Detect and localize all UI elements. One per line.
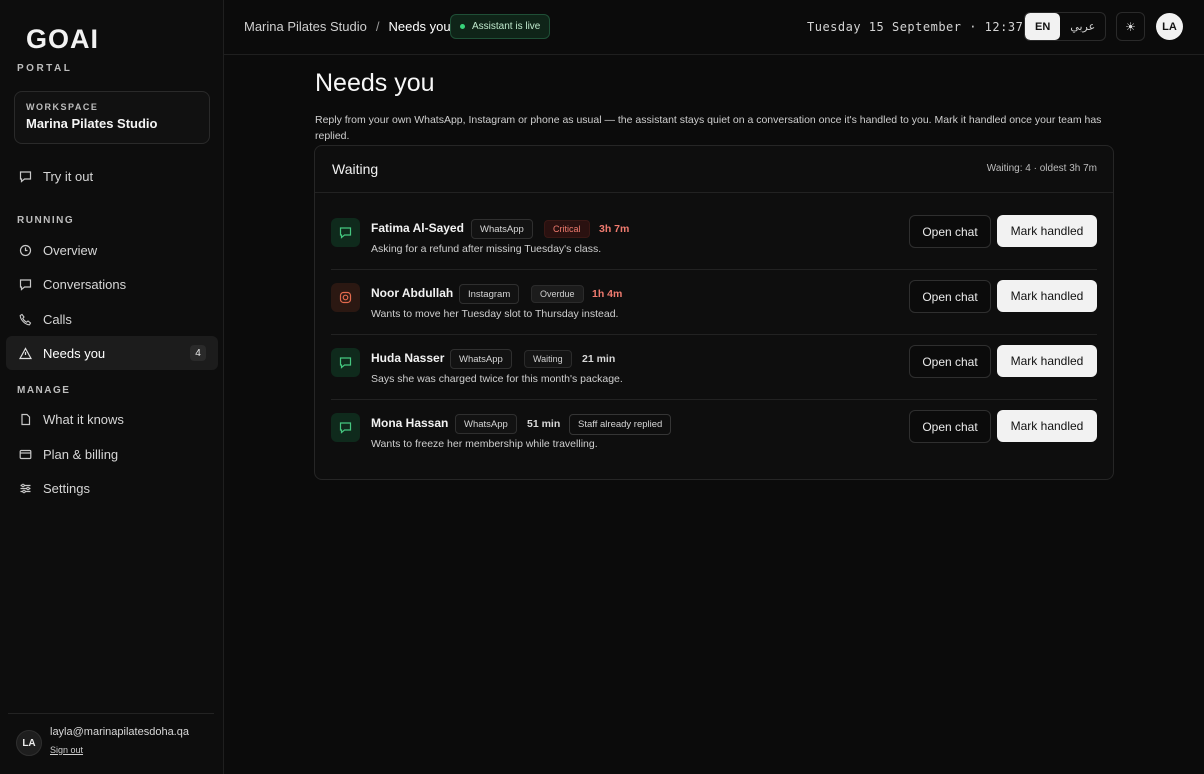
nav-what-it-knows[interactable]: What it knows — [6, 402, 218, 436]
page-title: Needs you — [315, 69, 435, 97]
nav-settings[interactable]: Settings — [6, 471, 218, 505]
instagram-icon — [331, 283, 360, 312]
clock: Tuesday 15 September · 12:37 AST — [807, 20, 1055, 34]
section-running-label: RUNNING — [17, 215, 75, 226]
channel-chip: Instagram — [459, 284, 520, 304]
contact-name: Huda Nasser — [371, 351, 445, 365]
assistant-status-label: Assistant is live — [472, 21, 541, 32]
breadcrumb-root[interactable]: Marina Pilates Studio — [244, 19, 367, 34]
workspace-switcher[interactable]: WORKSPACE Marina Pilates Studio — [14, 91, 210, 144]
brand-logo: GOAI — [26, 24, 100, 54]
open-chat-button[interactable]: Open chat — [909, 410, 991, 443]
nav-label: Plan & billing — [43, 446, 119, 462]
mark-handled-button[interactable]: Mark handled — [997, 280, 1097, 312]
request-summary: Wants to freeze her membership while tra… — [371, 438, 598, 450]
user-email: layla@marinapilatesdoha.qa — [50, 726, 189, 738]
request-summary: Says she was charged twice for this mont… — [371, 373, 623, 385]
list-item: Mona Hassan WhatsApp 51 min Staff alread… — [331, 401, 1097, 465]
nav-label: Needs you — [43, 345, 106, 361]
mark-handled-button[interactable]: Mark handled — [997, 215, 1097, 247]
nav-needs-you[interactable]: Needs you 4 — [6, 336, 218, 370]
channel-chip: WhatsApp — [471, 219, 533, 239]
wait-age: 51 min — [527, 418, 561, 430]
breadcrumb-separator: / — [375, 19, 380, 34]
open-chat-button[interactable]: Open chat — [909, 215, 991, 248]
brand-subtitle: PORTAL — [17, 63, 73, 74]
panel-meta: Waiting: 4 · oldest 3h 7m — [986, 163, 1097, 174]
wait-age: 21 min — [582, 353, 616, 365]
breadcrumb-current: Needs you — [388, 19, 451, 34]
document-icon — [18, 412, 32, 426]
workspace-label: WORKSPACE — [26, 102, 99, 112]
open-chat-button[interactable]: Open chat — [909, 280, 991, 313]
contact-name: Mona Hassan — [371, 416, 449, 430]
waiting-panel: Waiting Waiting: 4 · oldest 3h 7m Fatima… — [314, 145, 1114, 480]
user-avatar[interactable]: LA — [16, 730, 42, 756]
nav-label: What it knows — [43, 411, 124, 427]
user-box: LA layla@marinapilatesdoha.qa Sign out — [8, 713, 214, 768]
sun-icon: ☀ — [1125, 19, 1136, 34]
credit-card-icon — [18, 447, 32, 461]
sliders-icon — [18, 481, 32, 495]
page-description: Reply from your own WhatsApp, Instagram … — [315, 114, 1102, 142]
nav-label: Overview — [43, 242, 98, 258]
open-chat-button[interactable]: Open chat — [909, 345, 991, 378]
staff-replied-tag: Staff already replied — [569, 414, 672, 435]
topbar: Marina Pilates Studio / Needs you Assist… — [224, 0, 1204, 55]
section-manage-label: MANAGE — [17, 385, 71, 396]
whatsapp-chat-icon — [331, 413, 360, 442]
assistant-status-badge: Assistant is live — [450, 14, 551, 39]
list-item: Noor Abdullah Instagram Overdue 1h 4m Wa… — [331, 271, 1097, 335]
channel-chip: WhatsApp — [450, 349, 512, 369]
warning-icon — [18, 346, 32, 360]
contact-name: Noor Abdullah — [371, 286, 454, 300]
whatsapp-chat-icon — [331, 218, 360, 247]
priority-tag: Overdue — [531, 285, 584, 303]
chat-bubble-icon — [18, 277, 32, 291]
nav-overview[interactable]: Overview — [6, 233, 218, 267]
lang-en-button[interactable]: EN — [1025, 13, 1061, 40]
list-item: Fatima Al-Sayed WhatsApp Critical 3h 7m … — [331, 206, 1097, 270]
main-content: Marina Pilates Studio / Needs you Assist… — [224, 0, 1204, 774]
nav-calls[interactable]: Calls — [6, 302, 218, 336]
needs-you-count-badge: 4 — [190, 345, 206, 361]
phone-icon — [18, 312, 32, 326]
request-summary: Asking for a refund after missing Tuesda… — [371, 243, 602, 255]
nav-label: Conversations — [43, 276, 127, 292]
lang-ar-button[interactable]: عربي — [1060, 13, 1105, 40]
wait-age: 1h 4m — [592, 288, 623, 300]
chat-bubble-icon — [18, 169, 32, 183]
wait-age: 3h 7m — [599, 223, 630, 235]
contact-name: Fatima Al-Sayed — [371, 221, 464, 235]
account-avatar[interactable]: LA — [1156, 13, 1183, 40]
workspace-name: Marina Pilates Studio — [26, 116, 158, 131]
nav-label: Calls — [43, 311, 72, 327]
panel-header: Waiting Waiting: 4 · oldest 3h 7m — [315, 146, 1113, 193]
nav-try-it-out[interactable]: Try it out — [6, 159, 218, 193]
request-summary: Wants to move her Tuesday slot to Thursd… — [371, 308, 619, 320]
language-toggle: EN عربي — [1024, 12, 1107, 41]
channel-chip: WhatsApp — [455, 414, 517, 434]
nav-label: Try it out — [43, 168, 94, 184]
priority-tag: Waiting — [524, 350, 572, 368]
panel-title: Waiting — [332, 161, 379, 177]
mark-handled-button[interactable]: Mark handled — [997, 410, 1097, 442]
nav-conversations[interactable]: Conversations — [6, 267, 218, 301]
breadcrumb: Marina Pilates Studio / Needs you — [244, 19, 451, 34]
mark-handled-button[interactable]: Mark handled — [997, 345, 1097, 377]
theme-toggle-button[interactable]: ☀ — [1116, 12, 1145, 41]
whatsapp-chat-icon — [331, 348, 360, 377]
priority-tag: Critical — [544, 220, 590, 238]
live-dot-icon — [460, 24, 465, 29]
list-item: Huda Nasser WhatsApp Waiting 21 min Says… — [331, 336, 1097, 400]
clock-icon — [18, 243, 32, 257]
sign-out-link[interactable]: Sign out — [50, 745, 83, 755]
sidebar: GOAI PORTAL WORKSPACE Marina Pilates Stu… — [0, 0, 224, 774]
nav-label: Settings — [43, 480, 90, 496]
nav-plan-billing[interactable]: Plan & billing — [6, 437, 218, 471]
